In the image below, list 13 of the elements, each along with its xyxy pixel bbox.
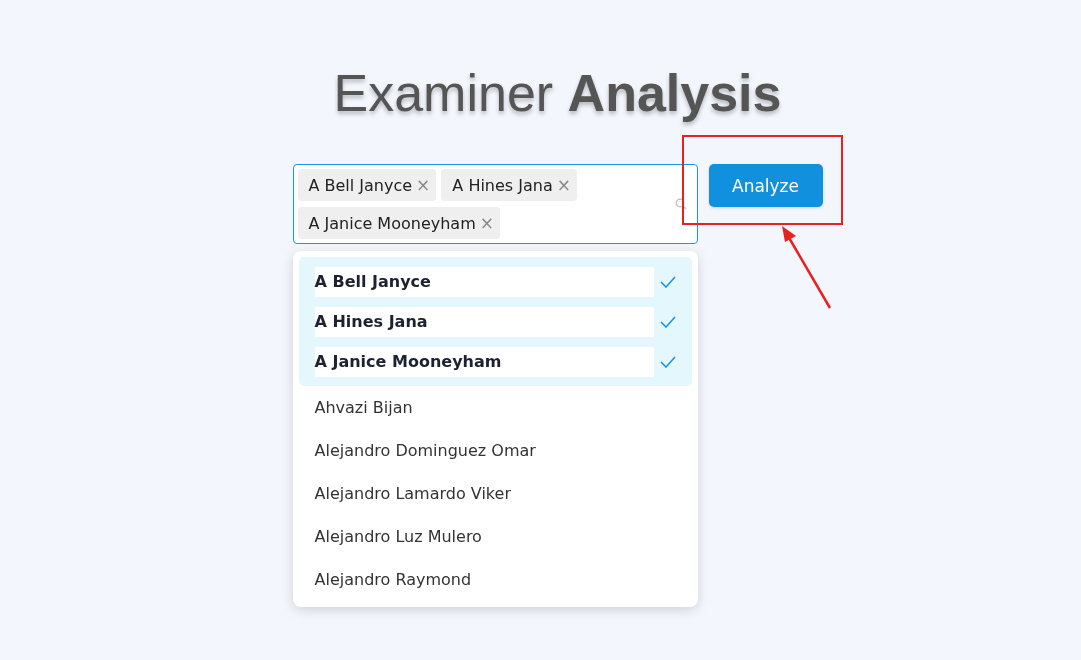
search-icon [674, 198, 687, 210]
check-icon [659, 315, 676, 328]
tag-label: A Bell Janyce [308, 175, 413, 195]
check-icon [659, 275, 676, 288]
dropdown-option[interactable]: Ahvazi Bijan [298, 386, 692, 429]
dropdown-option[interactable]: Alejandro Dominguez Omar [298, 429, 692, 472]
tag-label: A Hines Jana [452, 175, 553, 195]
page-title: Examiner Analysis [333, 63, 782, 124]
check-icon [659, 355, 676, 368]
dropdown-option[interactable]: Alejandro Luz Mulero [298, 515, 692, 558]
dropdown-option[interactable]: Alejandro Raymond [298, 558, 692, 601]
tag-label: A Janice Mooneyham [308, 213, 476, 233]
dropdown-option[interactable]: Alejandro Lamardo Viker [298, 472, 692, 515]
